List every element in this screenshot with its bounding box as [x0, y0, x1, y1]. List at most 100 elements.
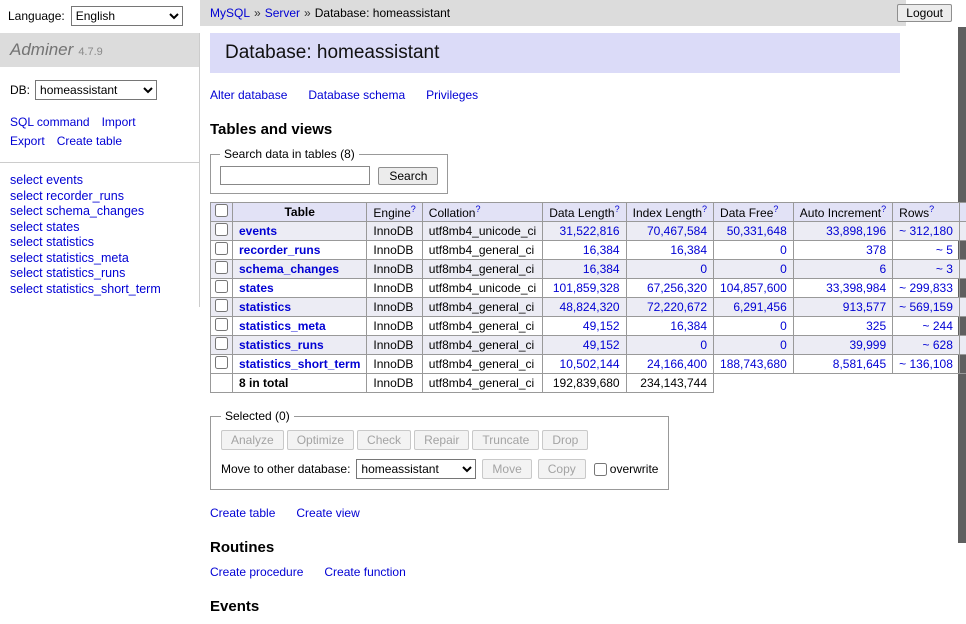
help-link[interactable]: ?: [615, 204, 620, 214]
data-free-link[interactable]: 6,291,456: [733, 300, 786, 314]
table-link-states[interactable]: states: [239, 281, 274, 295]
bulk-analyze-button[interactable]: Analyze: [221, 430, 284, 450]
data-free-link[interactable]: 0: [780, 338, 787, 352]
auto-increment-link[interactable]: 33,398,984: [826, 281, 886, 295]
overwrite-checkbox[interactable]: [594, 463, 607, 476]
sidebar-select-events-link[interactable]: select events: [10, 173, 189, 188]
search-input[interactable]: [220, 166, 370, 185]
auto-increment-link[interactable]: 378: [866, 243, 886, 257]
help-link[interactable]: ?: [702, 204, 707, 214]
help-link[interactable]: ?: [929, 204, 934, 214]
rows-link[interactable]: ~ 244: [923, 319, 953, 333]
sidebar-link-create-table[interactable]: Create table: [57, 134, 122, 148]
rows-link[interactable]: ~ 569,159: [899, 300, 953, 314]
breadcrumb-server-link[interactable]: Server: [265, 6, 300, 20]
data-free-link[interactable]: 188,743,680: [720, 357, 787, 371]
table-link-statistics_meta[interactable]: statistics_meta: [239, 319, 326, 333]
sidebar-select-statistics-link[interactable]: select statistics: [10, 235, 189, 250]
row-checkbox[interactable]: [215, 318, 228, 331]
table-link-recorder_runs[interactable]: recorder_runs: [239, 243, 320, 257]
sidebar-link-export[interactable]: Export: [10, 134, 45, 148]
rows-link[interactable]: ~ 628: [923, 338, 953, 352]
help-link[interactable]: ?: [411, 204, 416, 214]
data-length-link[interactable]: 49,152: [583, 319, 620, 333]
row-checkbox[interactable]: [215, 356, 228, 369]
create-procedure-link[interactable]: Create procedure: [210, 565, 303, 579]
index-length-link[interactable]: 72,220,672: [647, 300, 707, 314]
table-link-statistics_short_term[interactable]: statistics_short_term: [239, 357, 360, 371]
move-db-select[interactable]: homeassistant: [356, 459, 476, 479]
logout-button[interactable]: Logout: [897, 4, 952, 22]
data-length-link[interactable]: 31,522,816: [560, 224, 620, 238]
row-checkbox[interactable]: [215, 299, 228, 312]
index-length-link[interactable]: 0: [700, 262, 707, 276]
sidebar-select-statistics-short-term-link[interactable]: select statistics_short_term: [10, 282, 189, 297]
help-link[interactable]: ?: [881, 204, 886, 214]
breadcrumb-mysql-link[interactable]: MySQL: [210, 6, 250, 20]
language-select[interactable]: English: [71, 6, 183, 26]
bulk-check-button[interactable]: Check: [357, 430, 411, 450]
sidebar-select-statistics-runs-link[interactable]: select statistics_runs: [10, 266, 189, 281]
data-length-link[interactable]: 49,152: [583, 338, 620, 352]
sidebar-select-statistics-meta-link[interactable]: select statistics_meta: [10, 251, 189, 266]
rows-link[interactable]: ~ 5: [936, 243, 953, 257]
row-checkbox[interactable]: [215, 261, 228, 274]
data-free-link[interactable]: 104,857,600: [720, 281, 787, 295]
bulk-optimize-button[interactable]: Optimize: [287, 430, 354, 450]
table-link-statistics[interactable]: statistics: [239, 300, 291, 314]
sidebar-select-states-link[interactable]: select states: [10, 220, 189, 235]
move-button[interactable]: Move: [482, 459, 531, 479]
data-length-link[interactable]: 48,824,320: [560, 300, 620, 314]
auto-increment-link[interactable]: 8,581,645: [833, 357, 886, 371]
auto-increment-link[interactable]: 325: [866, 319, 886, 333]
index-length-link[interactable]: 24,166,400: [647, 357, 707, 371]
index-length-link[interactable]: 0: [700, 338, 707, 352]
sidebar-select-schema-changes-link[interactable]: select schema_changes: [10, 204, 189, 219]
index-length-link[interactable]: 16,384: [670, 319, 707, 333]
db-select[interactable]: homeassistant: [35, 80, 157, 100]
search-button[interactable]: Search: [378, 167, 438, 185]
database-schema-link[interactable]: Database schema: [308, 88, 405, 102]
data-free-link[interactable]: 0: [780, 262, 787, 276]
create-function-link[interactable]: Create function: [324, 565, 405, 579]
data-free-link[interactable]: 50,331,648: [727, 224, 787, 238]
data-free-link[interactable]: 0: [780, 319, 787, 333]
check-all-checkbox[interactable]: [215, 204, 228, 217]
data-length-link[interactable]: 16,384: [583, 243, 620, 257]
row-checkbox[interactable]: [215, 337, 228, 350]
bulk-repair-button[interactable]: Repair: [414, 430, 469, 450]
create-view-link[interactable]: Create view: [296, 506, 359, 520]
data-length-link[interactable]: 101,859,328: [553, 281, 620, 295]
help-link[interactable]: ?: [475, 204, 480, 214]
sidebar-link-sql-command[interactable]: SQL command: [10, 115, 90, 129]
table-link-schema_changes[interactable]: schema_changes: [239, 262, 339, 276]
rows-link[interactable]: ~ 312,180: [899, 224, 953, 238]
rows-link[interactable]: ~ 136,108: [899, 357, 953, 371]
sidebar-select-recorder-runs-link[interactable]: select recorder_runs: [10, 189, 189, 204]
table-link-statistics_runs[interactable]: statistics_runs: [239, 338, 324, 352]
index-length-link[interactable]: 67,256,320: [647, 281, 707, 295]
alter-database-link[interactable]: Alter database: [210, 88, 287, 102]
index-length-link[interactable]: 16,384: [670, 243, 707, 257]
data-free-link[interactable]: 0: [780, 243, 787, 257]
bulk-truncate-button[interactable]: Truncate: [472, 430, 539, 450]
privileges-link[interactable]: Privileges: [426, 88, 478, 102]
table-link-events[interactable]: events: [239, 224, 277, 238]
auto-increment-link[interactable]: 33,898,196: [826, 224, 886, 238]
sidebar-link-import[interactable]: Import: [102, 115, 136, 129]
create-table-link[interactable]: Create table: [210, 506, 275, 520]
index-length-link[interactable]: 70,467,584: [647, 224, 707, 238]
auto-increment-link[interactable]: 39,999: [849, 338, 886, 352]
data-length-link[interactable]: 16,384: [583, 262, 620, 276]
rows-link[interactable]: ~ 3: [936, 262, 953, 276]
data-length-link[interactable]: 10,502,144: [560, 357, 620, 371]
auto-increment-link[interactable]: 6: [879, 262, 886, 276]
row-checkbox[interactable]: [215, 280, 228, 293]
auto-increment-link[interactable]: 913,577: [843, 300, 886, 314]
help-link[interactable]: ?: [773, 204, 778, 214]
copy-button[interactable]: Copy: [538, 459, 586, 479]
rows-link[interactable]: ~ 299,833: [899, 281, 953, 295]
row-checkbox[interactable]: [215, 242, 228, 255]
row-checkbox[interactable]: [215, 223, 228, 236]
bulk-drop-button[interactable]: Drop: [542, 430, 588, 450]
